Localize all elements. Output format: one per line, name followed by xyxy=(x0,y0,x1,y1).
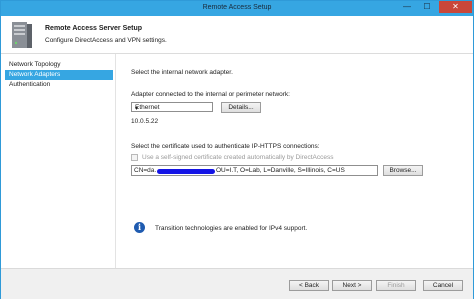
info-text: Transition technologies are enabled for … xyxy=(155,225,308,232)
browse-button[interactable]: Browse... xyxy=(383,165,423,176)
self-signed-label: Use a self-signed certificate created au… xyxy=(142,154,334,161)
nav-divider xyxy=(115,54,116,268)
certificate-suffix: OU=I.T, O=Lab, L=Danville, S=Illinois, C… xyxy=(216,167,345,174)
instruction-text: Select the internal network adapter. xyxy=(131,69,233,76)
close-button[interactable]: ✕ xyxy=(439,1,472,13)
remote-access-setup-window: Remote Access Setup — ☐ ✕ Remote Access … xyxy=(0,0,474,299)
wizard-footer: < Back Next > Finish Cancel xyxy=(1,268,473,299)
info-icon: i xyxy=(134,222,145,233)
title-bar[interactable]: Remote Access Setup — ☐ ✕ xyxy=(1,1,473,16)
wizard-header: Remote Access Server Setup Configure Dir… xyxy=(1,16,473,54)
header-subtitle: Configure DirectAccess and VPN settings. xyxy=(45,37,167,44)
adapter-label: Adapter connected to the internal or per… xyxy=(131,91,290,98)
cert-label: Select the certificate used to authentic… xyxy=(131,143,320,150)
ip-address-text: 10.0.5.22 xyxy=(131,118,159,125)
certificate-prefix: CN=da. xyxy=(134,167,157,174)
nav-item-network-adapters[interactable]: Network Adapters xyxy=(5,70,113,80)
header-title: Remote Access Server Setup xyxy=(45,25,143,32)
nav-item-authentication[interactable]: Authentication xyxy=(5,80,113,90)
redaction-mark xyxy=(157,169,215,174)
self-signed-checkbox[interactable] xyxy=(131,154,138,161)
wizard-body: Network Topology Network Adapters Authen… xyxy=(1,54,473,268)
minimize-button[interactable]: — xyxy=(397,1,417,13)
next-button[interactable]: Next > xyxy=(332,280,372,291)
server-icon xyxy=(12,22,32,48)
maximize-button[interactable]: ☐ xyxy=(417,1,437,13)
finish-button[interactable]: Finish xyxy=(376,280,416,291)
cancel-button[interactable]: Cancel xyxy=(423,280,463,291)
adapter-dropdown[interactable]: Ethernet ▾ xyxy=(131,102,213,112)
nav-item-network-topology[interactable]: Network Topology xyxy=(5,60,113,70)
certificate-field[interactable]: CN=da. OU=I.T, O=Lab, L=Danville, S=Illi… xyxy=(131,165,378,176)
chevron-down-icon: ▾ xyxy=(135,106,139,112)
adapter-settings-panel: Select the internal network adapter. Ada… xyxy=(131,54,461,268)
back-button[interactable]: < Back xyxy=(289,280,329,291)
step-navigation: Network Topology Network Adapters Authen… xyxy=(5,60,113,90)
details-button[interactable]: Details... xyxy=(221,102,261,113)
